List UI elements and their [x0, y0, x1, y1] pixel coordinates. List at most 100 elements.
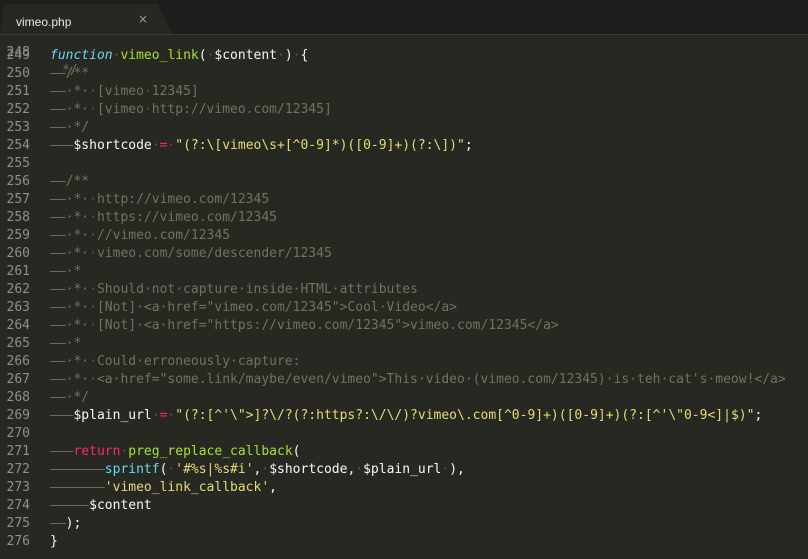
- token-str: 'vimeo_link_callback': [104, 480, 270, 495]
- line-content: ——·*··vimeo.com/some/descender/12345: [50, 245, 332, 263]
- token-ind: ——: [50, 516, 66, 531]
- token-cm: [Not]·<a·href="vimeo.com/12345">Cool·Vid…: [96, 300, 457, 315]
- line-content: ——·*: [50, 263, 81, 281]
- token-ws: ·: [151, 138, 160, 153]
- token-ws: ·: [89, 354, 97, 369]
- token-var: $shortcode,: [269, 462, 356, 477]
- token-cm: http://vimeo.com/12345: [96, 192, 270, 207]
- line-content: ———————'vimeo_link_callback',: [50, 479, 277, 497]
- token-cm: 12345]: [151, 84, 199, 99]
- line-number: 261: [6, 264, 30, 279]
- code-line: 273 ———————'vimeo_link_callback',: [0, 479, 808, 497]
- code-line: 268 ——·*/: [0, 389, 808, 407]
- token-cm: vimeo.com/some/descender/12345: [96, 246, 332, 261]
- token-ws: ·: [89, 84, 97, 99]
- line-number: 253: [6, 120, 30, 135]
- tab-vimeo-php[interactable]: vimeo.php ×: [0, 4, 172, 35]
- code-line: 254 ———$shortcode·=·"(?:\[vimeo\s+[^0-9]*…: [0, 137, 808, 155]
- line-number: 275: [6, 516, 30, 531]
- line-number: 276: [6, 534, 30, 549]
- line-content: ——/**: [50, 65, 89, 83]
- line-number: 258: [6, 210, 30, 225]
- token-cm: Could·erroneously·capture:: [96, 354, 301, 369]
- token-ws: ·: [89, 282, 97, 297]
- token-ws: ·: [89, 102, 97, 117]
- code-line: 260 ——·*··vimeo.com/some/descender/12345: [0, 245, 808, 263]
- code-line: 255: [0, 155, 808, 173]
- token-cm: http://vimeo.com/12345]: [151, 102, 332, 117]
- line-content: function·vimeo_link(·$content·)·{: [50, 47, 308, 65]
- code-line: 259 ——·*··//vimeo.com/12345: [0, 227, 808, 245]
- token-var: ;: [464, 138, 473, 153]
- token-cm: ·*·: [65, 354, 90, 369]
- token-str: "(?:[^'\">]?\/?(?:https?:\/\/)?vimeo\.co…: [175, 408, 755, 423]
- token-ws: ·: [89, 246, 97, 261]
- token-ind: ——: [50, 246, 66, 261]
- token-cm: ·*·: [65, 246, 90, 261]
- code-line: 272 ———————sprintf(·'#%s|%s#i',·$shortcod…: [0, 461, 808, 479]
- code-line: 274 —————$content: [0, 497, 808, 515]
- token-ind: ——: [50, 174, 66, 189]
- line-number: 257: [6, 192, 30, 207]
- code-line: 269 ———$plain_url·=·"(?:[^'\">]?\/?(?:htt…: [0, 407, 808, 425]
- token-cm: [vimeo: [96, 102, 144, 117]
- token-cm: ·*·: [65, 84, 90, 99]
- token-ind: ———: [50, 408, 74, 423]
- token-ret: return: [73, 444, 121, 459]
- token-cm: //vimeo.com/12345: [96, 228, 231, 243]
- token-ind: ——: [50, 390, 66, 405]
- line-content: ——·*/: [50, 389, 89, 407]
- token-var: (: [198, 48, 207, 63]
- token-ind: ———: [50, 138, 74, 153]
- code-line: 265 ——·*: [0, 335, 808, 353]
- code-line: 250 ——/**: [0, 65, 808, 83]
- token-ws: ·: [292, 48, 301, 63]
- token-ind: ———————: [50, 480, 105, 495]
- token-ind: ———: [50, 444, 74, 459]
- token-cm: Should·not·capture·inside·HTML·attribute…: [96, 282, 418, 297]
- token-var: ,: [269, 480, 277, 495]
- token-ws: ·: [355, 462, 364, 477]
- token-var: }: [50, 534, 58, 549]
- token-str: '#%s|%s#i': [175, 462, 254, 477]
- token-ind: ——: [50, 192, 66, 207]
- token-cm: ·*·: [65, 192, 90, 207]
- token-var: ;: [754, 408, 763, 423]
- token-var: $plain_url: [73, 408, 152, 423]
- line-content: ——·*: [50, 335, 81, 353]
- token-var: );: [65, 516, 82, 531]
- token-fn: vimeo_link: [120, 48, 199, 63]
- token-ws: ·: [89, 228, 97, 243]
- token-ind: ——: [50, 66, 66, 81]
- line-content: ——·*··Should·not·capture·inside·HTML·att…: [50, 281, 418, 299]
- code-editor[interactable]: 248 */ 249 function·vimeo_link(·$content·…: [0, 35, 808, 559]
- code-line: 257 ——·*··http://vimeo.com/12345: [0, 191, 808, 209]
- token-bltn: sprintf: [104, 462, 160, 477]
- code-line: 263 ——·*··[Not]·<a·href="vimeo.com/12345"…: [0, 299, 808, 317]
- token-cm: ·*·: [65, 102, 90, 117]
- code-line: 252 ——·*··[vimeo·http://vimeo.com/12345]: [0, 101, 808, 119]
- line-content: ———————sprintf(·'#%s|%s#i',·$shortcode,·…: [50, 461, 465, 479]
- tab-title: vimeo.php: [16, 15, 72, 29]
- token-var: (: [292, 444, 301, 459]
- code-line: 275 ——);: [0, 515, 808, 533]
- token-var: ): [284, 48, 293, 63]
- line-content: ——·*··https://vimeo.com/12345: [50, 209, 277, 227]
- token-var: {: [300, 48, 309, 63]
- code-line-partial: 248 */: [0, 35, 808, 78]
- token-var: $content: [214, 48, 278, 63]
- line-content: ——·*··[vimeo·12345]: [50, 83, 199, 101]
- token-cm: ·*·: [65, 300, 90, 315]
- line-content: —————$content: [50, 497, 152, 515]
- line-number: 252: [6, 102, 30, 117]
- token-ind: ——: [50, 102, 66, 117]
- line-content: ——/**: [50, 173, 89, 191]
- line-content: ——·*··Could·erroneously·capture:: [50, 353, 300, 371]
- token-cm: ·*·: [65, 318, 90, 333]
- line-number: 263: [6, 300, 30, 315]
- close-icon[interactable]: ×: [137, 12, 149, 26]
- token-ws: ·: [89, 210, 97, 225]
- line-number: 273: [6, 480, 30, 495]
- line-number: 267: [6, 372, 30, 387]
- token-ind: ——: [50, 354, 66, 369]
